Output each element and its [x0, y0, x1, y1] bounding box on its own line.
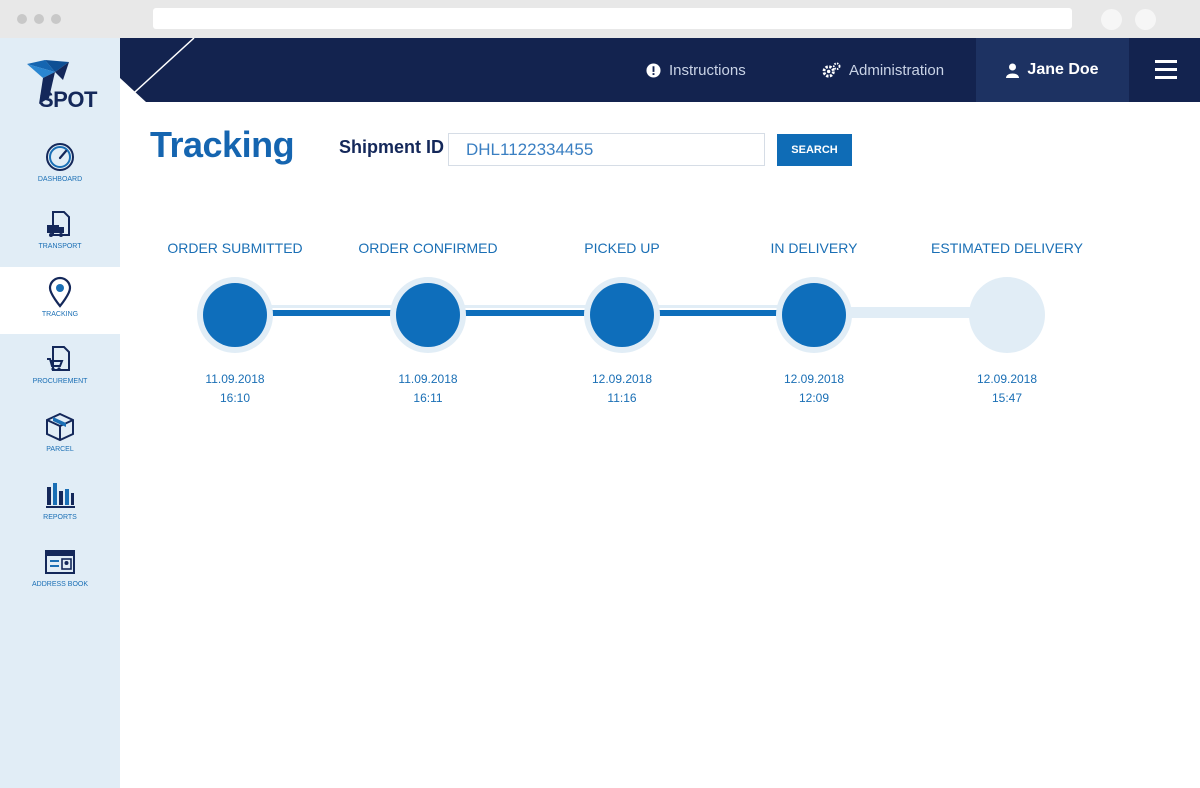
browser-chrome — [0, 0, 1200, 38]
sidebar-item-label: TRACKING — [41, 311, 79, 318]
sidebar-item-transport[interactable]: TRANSPORT — [0, 199, 120, 266]
step-date: 11.09.2018 — [398, 372, 458, 386]
timeline-step: ESTIMATED DELIVERY — [912, 240, 1102, 256]
shipment-id-input[interactable] — [448, 133, 765, 166]
step-time: 15:47 — [991, 391, 1023, 405]
sidebar: SPOT DASHBOARD TRANSPORT TRACKING PROCUR… — [0, 38, 120, 788]
gears-icon — [822, 61, 841, 78]
timeline-step: ORDER CONFIRMED — [333, 240, 523, 256]
window-dot — [34, 14, 44, 24]
window-dot — [51, 14, 61, 24]
step-date: 12.09.2018 — [591, 372, 653, 386]
step-circle-completed[interactable] — [390, 277, 466, 353]
sidebar-item-label: DASHBOARD — [37, 176, 83, 183]
step-date: 12.09.2018 — [783, 372, 845, 386]
step-label: PICKED UP — [584, 240, 660, 256]
sidebar-item-parcel[interactable]: PARCEL — [0, 402, 120, 469]
timeline-line-halo — [236, 305, 815, 308]
truck-document-icon — [47, 211, 70, 237]
step-timestamp: 11.09.2018 16:11 — [368, 370, 488, 408]
user-icon — [1006, 63, 1020, 78]
logo[interactable]: SPOT — [0, 38, 120, 112]
gauge-icon — [46, 143, 74, 171]
step-circle-completed[interactable] — [584, 277, 660, 353]
sidebar-item-address-book[interactable]: ADDRESS BOOK — [0, 537, 120, 604]
browser-button[interactable] — [1135, 9, 1156, 30]
timeline-step: ORDER SUBMITTED — [140, 240, 330, 256]
box-icon — [46, 412, 74, 442]
timeline-step: PICKED UP — [527, 240, 717, 256]
step-time: 16:10 — [219, 391, 251, 405]
user-name: Jane Doe — [1027, 61, 1099, 78]
cart-document-icon — [47, 346, 70, 371]
location-pin-icon — [48, 276, 72, 308]
exclamation-circle-icon — [646, 62, 661, 78]
step-time: 12:09 — [798, 391, 830, 405]
logo-text: SPOT — [39, 87, 97, 112]
search-button[interactable]: SEARCH — [777, 134, 852, 166]
sidebar-item-label: TRANSPORT — [38, 243, 82, 250]
page-title: Tracking — [150, 124, 295, 165]
step-timestamp: 12.09.2018 11:16 — [562, 370, 682, 408]
administration-link[interactable]: Administration — [822, 38, 944, 102]
step-timestamp: 11.09.2018 16:10 — [175, 370, 295, 408]
step-label: ORDER CONFIRMED — [358, 240, 498, 256]
step-circle-completed[interactable] — [197, 277, 273, 353]
hamburger-menu-icon[interactable] — [1155, 60, 1177, 80]
address-bar[interactable] — [153, 8, 1072, 29]
sidebar-item-dashboard[interactable]: DASHBOARD — [0, 132, 120, 199]
step-circle-pending[interactable] — [969, 277, 1045, 353]
step-time: 16:11 — [413, 391, 443, 405]
sidebar-item-label: ADDRESS BOOK — [31, 581, 88, 588]
header-slash-decoration — [120, 38, 195, 102]
administration-label: Administration — [849, 61, 945, 79]
bar-chart-icon — [46, 483, 75, 508]
step-time: 11:16 — [607, 391, 637, 405]
step-date: 12.09.2018 — [976, 372, 1038, 386]
step-circle-completed[interactable] — [776, 277, 852, 353]
step-label: ORDER SUBMITTED — [167, 240, 303, 256]
user-menu[interactable]: Jane Doe — [976, 38, 1129, 102]
sidebar-item-reports[interactable]: REPORTS — [0, 470, 120, 537]
instructions-link[interactable]: Instructions — [646, 38, 746, 102]
step-date: 11.09.2018 — [205, 372, 265, 386]
instructions-label: Instructions — [669, 61, 746, 79]
sidebar-item-label: PARCEL — [46, 446, 74, 453]
timeline-step: IN DELIVERY — [719, 240, 909, 256]
step-label: IN DELIVERY — [770, 240, 858, 256]
browser-button[interactable] — [1101, 9, 1122, 30]
timeline-progress-line — [236, 310, 815, 316]
step-label: ESTIMATED DELIVERY — [931, 240, 1083, 256]
sidebar-item-label: REPORTS — [43, 514, 77, 521]
step-timestamp: 12.09.2018 12:09 — [754, 370, 874, 408]
sidebar-item-tracking[interactable]: TRACKING — [0, 267, 120, 334]
shipment-id-label: Shipment ID — [339, 137, 445, 157]
window-dot — [17, 14, 27, 24]
address-card-icon — [45, 550, 75, 574]
step-timestamp: 12.09.2018 15:47 — [947, 370, 1067, 408]
sidebar-item-label: PROCUREMENT — [32, 378, 88, 385]
sidebar-item-procurement[interactable]: PROCUREMENT — [0, 334, 120, 401]
